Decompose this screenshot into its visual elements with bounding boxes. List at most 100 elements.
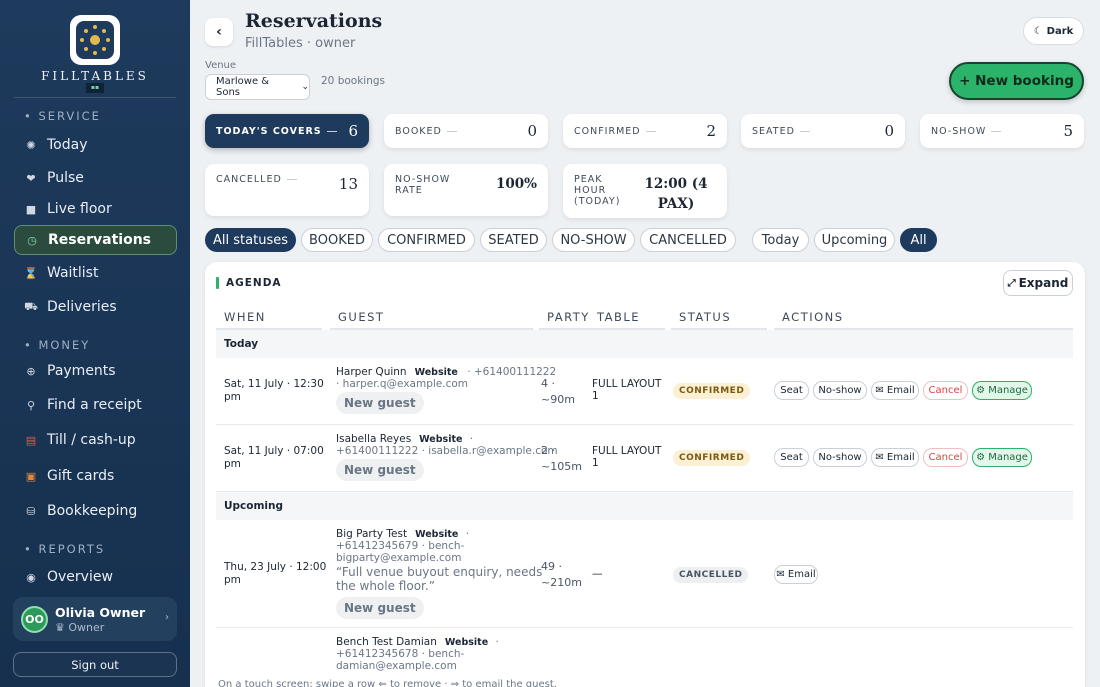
party-size: 2 · ~105m bbox=[541, 444, 582, 473]
brand-name: FILLTABLES bbox=[41, 69, 149, 83]
dark-mode-toggle[interactable]: ☾ Dark bbox=[1023, 17, 1084, 45]
email-button[interactable]: ✉ Email bbox=[871, 448, 919, 467]
new-guest-tag: New guest bbox=[336, 392, 424, 414]
stat-no-show: NO-SHOW 5 bbox=[920, 114, 1084, 148]
circle-plus-icon: ⊕ bbox=[26, 364, 36, 378]
sidebar-item-payments[interactable]: ⊕ Payments bbox=[14, 356, 177, 386]
user-menu[interactable]: OO Olivia Owner ♛ Owner › bbox=[13, 597, 177, 641]
new-guest-tag: New guest bbox=[336, 459, 424, 481]
sidebar-item-live-floor[interactable]: ■ Live floor bbox=[14, 194, 177, 224]
database-icon: ⛁ bbox=[26, 504, 36, 518]
table-assignment: — bbox=[592, 568, 603, 580]
table-assignment: FULL LAYOUT 1 bbox=[592, 378, 662, 402]
sidebar-item-pulse[interactable]: ❤ Pulse bbox=[14, 163, 177, 193]
new-guest-tag: New guest bbox=[336, 597, 424, 619]
manage-button[interactable]: ⚙ Manage bbox=[972, 448, 1032, 467]
table-row[interactable]: Thu, 23 July · 12:00 pm Big Party Test Web… bbox=[216, 520, 1073, 628]
stat-peak-hour: PEAK HOUR (TODAY) 12:00 (4 PAX) bbox=[563, 164, 727, 218]
sidebar-item-today[interactable]: ✺ Today bbox=[14, 130, 177, 160]
divider bbox=[14, 97, 176, 98]
filter-seated[interactable]: SEATED bbox=[480, 228, 547, 252]
sidebar-item-bookkeeping[interactable]: ⛁ Bookkeeping bbox=[14, 496, 177, 526]
brand-badge-icon: ▪▪ bbox=[86, 83, 104, 93]
hourglass-icon: ⌛ bbox=[24, 266, 38, 280]
section-money: • MONEY bbox=[24, 338, 91, 352]
sidebar-item-deliveries[interactable]: ⛟ Deliveries bbox=[14, 292, 177, 322]
filter-today[interactable]: Today bbox=[752, 228, 809, 252]
truck-icon: ⛟ bbox=[24, 299, 38, 313]
filter-all-statuses[interactable]: All statuses bbox=[205, 228, 296, 252]
col-actions: ACTIONS bbox=[774, 306, 1073, 330]
chevron-left-icon: ‹ bbox=[216, 24, 222, 40]
search-icon: ⚲ bbox=[26, 398, 36, 412]
chevron-down-icon: ⌄ bbox=[301, 82, 309, 92]
party-size: 49 · ~210m bbox=[541, 560, 582, 589]
expand-icon: ⤢ bbox=[1007, 277, 1016, 289]
email-button[interactable]: ✉ Email bbox=[871, 381, 919, 400]
booking-when: Sat, 11 July · 12:30 pm bbox=[224, 378, 324, 403]
guest-email: · harper.q@example.com bbox=[336, 378, 469, 390]
new-booking-button[interactable]: + New booking bbox=[949, 62, 1084, 100]
sign-out-button[interactable]: Sign out bbox=[13, 652, 177, 677]
group-header-upcoming: Upcoming bbox=[216, 492, 1073, 520]
filter-cancelled[interactable]: CANCELLED bbox=[640, 228, 736, 252]
back-button[interactable]: ‹ bbox=[205, 18, 233, 46]
filter-upcoming[interactable]: Upcoming bbox=[814, 228, 895, 252]
col-guest: GUEST bbox=[330, 306, 533, 330]
swipe-hint: On a touch screen: swipe a row ⇐ to remo… bbox=[218, 679, 557, 687]
table-row[interactable]: Sat, 11 July · 12:30 pm Harper Quinn Websi… bbox=[216, 358, 1073, 425]
booking-when: Thu, 23 July · 12:00 pm bbox=[224, 561, 327, 586]
email-button[interactable]: ✉ Email bbox=[774, 565, 818, 584]
sidebar-item-find-receipt[interactable]: ⚲ Find a receipt bbox=[14, 390, 177, 420]
gift-icon: ▣ bbox=[25, 469, 37, 483]
stat-todays-covers: TODAY'S COVERS 6 bbox=[205, 114, 369, 148]
col-party: PARTY bbox=[539, 306, 589, 330]
guest-contact: +61400111222 · isabella.r@example.com bbox=[336, 445, 558, 457]
seat-button[interactable]: Seat bbox=[774, 381, 809, 400]
seat-button[interactable]: Seat bbox=[774, 448, 809, 467]
stat-booked: BOOKED 0 bbox=[384, 114, 548, 148]
app-logo[interactable] bbox=[70, 15, 120, 65]
logo-mark-icon bbox=[76, 21, 114, 59]
party-size: 4 · ~90m bbox=[541, 377, 575, 406]
chevron-right-icon: › bbox=[165, 612, 169, 623]
manage-button[interactable]: ⚙ Manage bbox=[972, 381, 1032, 400]
stat-cancelled: CANCELLED 13 bbox=[205, 164, 369, 216]
filter-booked[interactable]: BOOKED bbox=[301, 228, 373, 252]
table-row[interactable]: Sat, 11 July · 07:00 pm Isabella Reyes Web… bbox=[216, 425, 1073, 492]
col-when: WHEN bbox=[216, 306, 322, 330]
col-table: TABLE bbox=[589, 306, 665, 330]
no-show-button[interactable]: No-show bbox=[813, 448, 867, 467]
sidebar-item-overview[interactable]: ◉ Overview bbox=[14, 562, 177, 592]
booking-note: “Full venue buyout enquiry, needs the who… bbox=[336, 565, 543, 593]
agenda-title: AGENDA bbox=[216, 277, 282, 289]
cancel-button[interactable]: Cancel bbox=[923, 381, 968, 400]
venue-select[interactable]: Marlowe & Sons ⌄ bbox=[205, 74, 310, 100]
crown-icon: ♛ bbox=[55, 621, 65, 634]
sidebar-item-till[interactable]: ▤ Till / cash-up bbox=[14, 425, 177, 455]
sidebar-item-waitlist[interactable]: ⌛ Waitlist bbox=[14, 258, 177, 288]
radio-icon: ◉ bbox=[26, 570, 36, 584]
status-badge: CANCELLED bbox=[673, 567, 749, 583]
filter-no-show[interactable]: NO-SHOW bbox=[552, 228, 635, 252]
section-reports: • REPORTS bbox=[24, 542, 106, 556]
status-badge: CONFIRMED bbox=[673, 450, 751, 466]
status-badge: CONFIRMED bbox=[673, 383, 751, 399]
till-icon: ▤ bbox=[25, 433, 37, 447]
guest-contact: +61412345679 · bench-bigparty@example.co… bbox=[336, 540, 465, 564]
sidebar-item-gift-cards[interactable]: ▣ Gift cards bbox=[14, 461, 177, 491]
cancel-button[interactable]: Cancel bbox=[923, 448, 968, 467]
filter-all[interactable]: All bbox=[900, 228, 937, 252]
page-subtitle: FillTables · owner bbox=[245, 36, 356, 51]
page-title: Reservations bbox=[245, 10, 383, 32]
sidebar-item-reservations[interactable]: ◷ Reservations bbox=[14, 225, 177, 255]
agenda-panel: AGENDA ⤢ Expand WHEN GUEST PARTY TABLE ST… bbox=[205, 262, 1085, 687]
filter-confirmed[interactable]: CONFIRMED bbox=[378, 228, 475, 252]
bookings-count: 20 bookings bbox=[321, 75, 385, 87]
venue-label: Venue bbox=[205, 60, 237, 71]
user-role: ♛ Owner bbox=[55, 621, 105, 634]
col-status: STATUS bbox=[671, 306, 767, 330]
section-service: • SERVICE bbox=[24, 109, 101, 123]
expand-button[interactable]: ⤢ Expand bbox=[1003, 270, 1073, 296]
no-show-button[interactable]: No-show bbox=[813, 381, 867, 400]
